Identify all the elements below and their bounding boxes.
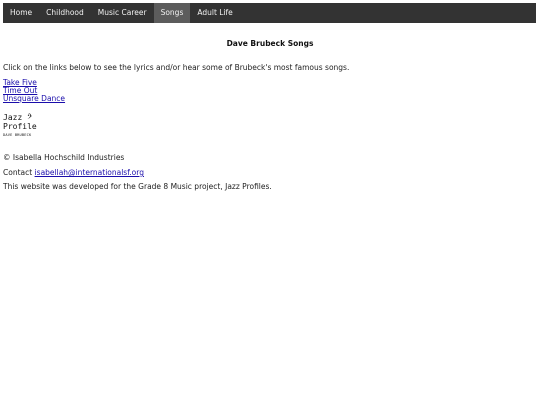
page-title: Dave Brubeck Songs: [226, 39, 314, 48]
logo-word-jazz: Jazz: [3, 113, 23, 122]
logo-line-3: DAVE BRUBECK: [3, 133, 32, 137]
nav-item-childhood[interactable]: Childhood: [39, 3, 91, 23]
developed-note: This website was developed for the Grade…: [3, 182, 272, 191]
nav-item-home[interactable]: Home: [3, 3, 39, 23]
contact-label: Contact: [3, 168, 35, 177]
bass-clef-icon: 𝄢: [27, 113, 33, 122]
jazz-profile-logo: Jazz 𝄢 Profile DAVE BRUBECK: [3, 113, 43, 143]
song-links-list: Take Five Time Out Unsquare Dance: [3, 79, 65, 103]
nav-item-adult-life[interactable]: Adult Life: [190, 3, 239, 23]
copyright-text: © Isabella Hochschild Industries: [3, 153, 125, 162]
logo-line-2: Profile: [3, 122, 37, 131]
intro-text: Click on the links below to see the lyri…: [3, 63, 350, 72]
contact-line: Contact isabellah@internationalsf.org: [3, 168, 144, 177]
nav-item-songs[interactable]: Songs: [153, 3, 191, 23]
nav-item-music-career[interactable]: Music Career: [91, 3, 154, 23]
logo-line-1: Jazz 𝄢: [3, 113, 43, 122]
song-link-unsquare-dance[interactable]: Unsquare Dance: [3, 94, 65, 103]
top-navbar: Home Childhood Music Career Songs Adult …: [3, 3, 536, 23]
contact-email-link[interactable]: isabellah@internationalsf.org: [35, 168, 144, 177]
list-item: Unsquare Dance: [3, 95, 65, 103]
